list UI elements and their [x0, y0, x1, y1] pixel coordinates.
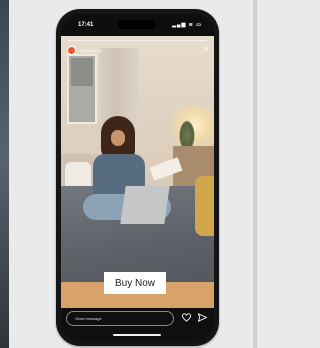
window-pane: [71, 58, 93, 86]
signal-battery-icons: ▂▄▆ ≋ ▭: [172, 22, 202, 28]
laptop: [120, 186, 170, 224]
phone-frame: 17:41 ▂▄▆ ≋ ▭ Sponsored × Buy Now Send m…: [56, 9, 219, 346]
person-face: [111, 130, 125, 146]
close-icon[interactable]: ×: [204, 45, 209, 54]
yellow-cushion: [195, 176, 214, 236]
avatar[interactable]: [67, 46, 76, 55]
send-icon[interactable]: [197, 312, 208, 323]
home-indicator: [113, 334, 161, 336]
account-name[interactable]: Sponsored: [80, 48, 102, 53]
phone-screen: 17:41 ▂▄▆ ≋ ▭ Sponsored × Buy Now Send m…: [61, 14, 214, 341]
status-bar: 17:41 ▂▄▆ ≋ ▭: [61, 14, 214, 36]
status-time: 17:41: [78, 22, 94, 28]
dynamic-island: [118, 20, 156, 29]
reply-bar: [61, 308, 214, 341]
buy-now-button[interactable]: Buy Now: [104, 272, 166, 294]
story-progress-bar: [68, 40, 208, 41]
story-header: Sponsored ×: [67, 44, 211, 58]
heart-icon[interactable]: [181, 312, 192, 323]
background-strip-right: [253, 0, 257, 348]
send-message-input[interactable]: [66, 311, 174, 326]
story-photo: [61, 36, 214, 308]
background-strip-left: [0, 0, 9, 348]
plant: [179, 120, 195, 146]
